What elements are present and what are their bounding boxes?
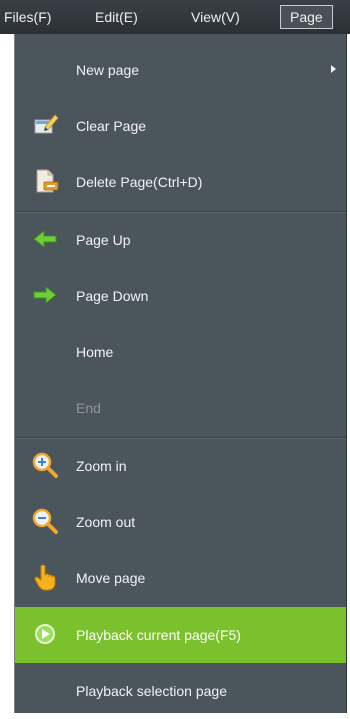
zoom-out-label: Zoom out <box>76 514 136 530</box>
page-dropdown-menu: New page Clear Page Delete Page(Ctrl+D) <box>14 34 347 713</box>
eraser-icon <box>31 111 59 139</box>
playback-current-label: Playback current page(F5) <box>76 627 241 643</box>
home-label: Home <box>76 344 114 360</box>
playback-selection-label: Playback selection page <box>76 683 227 699</box>
zoom-in-label: Zoom in <box>76 458 127 474</box>
arrow-left-icon <box>31 225 59 253</box>
clear-page-label: Clear Page <box>76 118 147 134</box>
menu-item-page-up[interactable]: Page Up <box>15 212 346 268</box>
menu-item-playback-selection[interactable]: Playback selection page <box>15 663 346 719</box>
menu-item-home[interactable]: Home <box>15 324 346 380</box>
new-page-label: New page <box>76 62 140 78</box>
zoom-out-icon <box>31 507 59 535</box>
page-up-label: Page Up <box>76 232 131 248</box>
end-label: End <box>76 400 101 416</box>
menu-item-delete-page[interactable]: Delete Page(Ctrl+D) <box>15 154 346 210</box>
menu-item-new-page[interactable]: New page <box>15 42 346 98</box>
menu-item-end: End <box>15 380 346 436</box>
menu-page[interactable]: Page <box>280 5 333 29</box>
submenu-arrow-icon <box>331 65 336 73</box>
zoom-in-icon <box>31 451 59 479</box>
page-down-label: Page Down <box>76 288 149 304</box>
menu-item-zoom-out[interactable]: Zoom out <box>15 494 346 550</box>
menu-view[interactable]: View(V) <box>191 6 240 28</box>
play-icon <box>31 620 59 648</box>
menu-bar: Files(F) Edit(E) View(V) Page <box>0 0 350 34</box>
delete-page-label: Delete Page(Ctrl+D) <box>76 174 203 190</box>
menu-files[interactable]: Files(F) <box>4 6 51 28</box>
menu-item-zoom-in[interactable]: Zoom in <box>15 438 346 494</box>
menu-item-clear-page[interactable]: Clear Page <box>15 98 346 154</box>
hand-pointer-icon <box>31 563 59 591</box>
menu-item-playback-current[interactable]: Playback current page(F5) <box>15 607 346 663</box>
menu-item-page-down[interactable]: Page Down <box>15 268 346 324</box>
delete-page-icon <box>31 167 59 195</box>
menu-edit[interactable]: Edit(E) <box>95 6 138 28</box>
arrow-right-icon <box>31 281 59 309</box>
move-page-label: Move page <box>76 570 146 586</box>
menu-item-move-page[interactable]: Move page <box>15 550 346 606</box>
